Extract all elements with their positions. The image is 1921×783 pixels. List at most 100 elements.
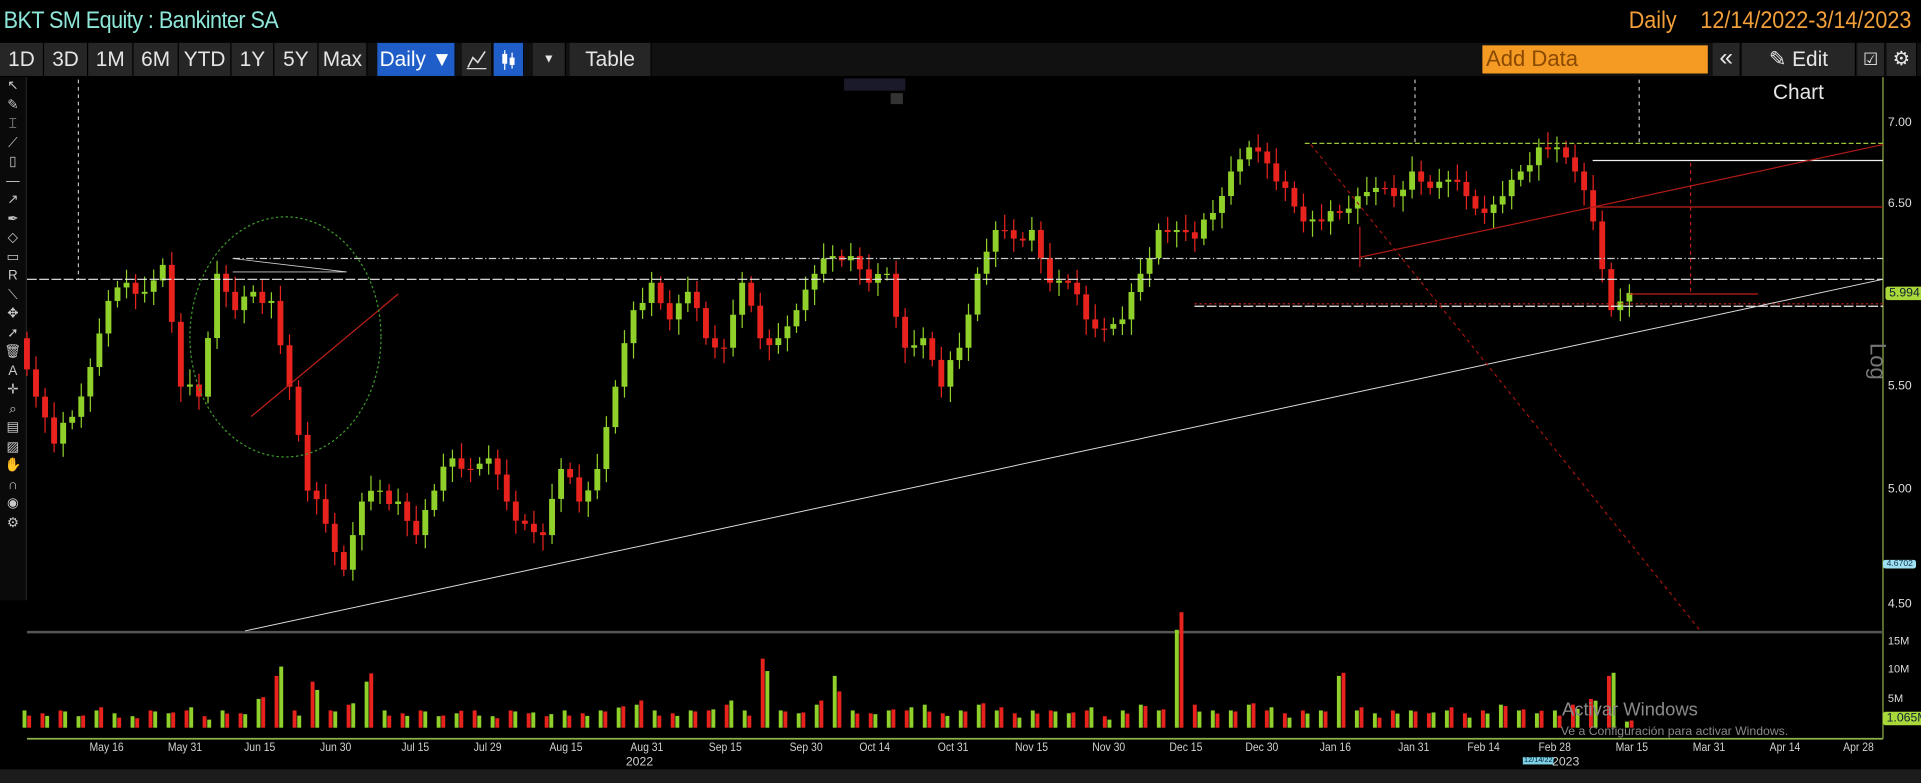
volume-bar bbox=[603, 711, 608, 728]
date-tick: Sep 30 bbox=[789, 741, 823, 755]
volume-bar bbox=[1395, 713, 1400, 728]
candle-body bbox=[1391, 188, 1397, 197]
candle-body bbox=[1001, 229, 1008, 232]
date-tick: Dec 30 bbox=[1245, 741, 1279, 755]
candle-body bbox=[322, 499, 329, 524]
volume-bar bbox=[621, 706, 626, 728]
volume-tick: 10M bbox=[1887, 662, 1910, 676]
candle-body bbox=[1083, 294, 1090, 320]
volume-bar bbox=[405, 715, 410, 728]
volume-bar bbox=[202, 716, 207, 728]
mini-controls[interactable] bbox=[844, 78, 906, 91]
candle-body bbox=[1237, 159, 1244, 172]
log-scale-toggle[interactable]: Log bbox=[1865, 343, 1891, 380]
volume-bar bbox=[675, 715, 680, 728]
candle-body bbox=[1010, 230, 1017, 239]
volume-bar bbox=[495, 718, 500, 728]
candle-body bbox=[739, 282, 746, 315]
volume-bar bbox=[27, 715, 32, 728]
candle-body bbox=[576, 477, 583, 502]
volume-bar bbox=[1102, 716, 1107, 728]
volume-bar bbox=[436, 716, 441, 728]
candle-body bbox=[540, 532, 546, 536]
date-tick: Oct 14 bbox=[859, 741, 891, 755]
volume-bar bbox=[292, 710, 297, 728]
candle-body bbox=[114, 287, 121, 301]
candle-body bbox=[205, 338, 211, 397]
candle-body bbox=[730, 314, 737, 348]
volume-bar bbox=[963, 711, 968, 728]
candle-body bbox=[413, 520, 420, 536]
candle-body bbox=[1599, 221, 1606, 270]
candle-body bbox=[1372, 187, 1379, 193]
volume-bar bbox=[99, 707, 104, 728]
date-tick: Jun 30 bbox=[320, 741, 352, 755]
volume-bar bbox=[1269, 707, 1274, 728]
candle-body bbox=[123, 282, 130, 288]
volume-bar bbox=[567, 715, 572, 728]
price-tick: 4.50 bbox=[1887, 598, 1912, 612]
candle-body bbox=[1517, 171, 1524, 180]
candle-body bbox=[929, 338, 936, 360]
candle-body bbox=[558, 469, 565, 499]
volume-bar bbox=[1048, 710, 1053, 728]
candle-body bbox=[1409, 171, 1416, 190]
candle-body bbox=[530, 523, 537, 533]
price-chart[interactable] bbox=[0, 0, 1921, 783]
candle-body bbox=[684, 291, 691, 304]
candle-body bbox=[1264, 151, 1271, 164]
volume-bar bbox=[81, 715, 86, 728]
date-tick: Jan 16 bbox=[1319, 741, 1351, 755]
date-tick: Oct 31 bbox=[937, 741, 969, 755]
candle-body bbox=[1572, 157, 1579, 172]
candle-body bbox=[440, 466, 447, 491]
candle-body bbox=[177, 321, 184, 387]
candle-body bbox=[657, 282, 664, 304]
candle-body bbox=[168, 264, 175, 322]
volume-bar bbox=[850, 710, 855, 728]
candle-body bbox=[250, 291, 257, 297]
volume-bar bbox=[562, 710, 567, 728]
candle-body bbox=[793, 310, 800, 327]
volume-bar bbox=[1107, 719, 1112, 728]
volume-bar bbox=[616, 707, 621, 728]
candle-body bbox=[1418, 171, 1425, 182]
date-tick: Jul 29 bbox=[473, 741, 502, 755]
candle-body bbox=[956, 347, 963, 361]
candle-body bbox=[865, 269, 872, 283]
volume-bar bbox=[1323, 711, 1328, 728]
bloomberg-chart-window: BKT SM Equity : Bankinter SA Daily 12/14/… bbox=[0, 0, 1921, 783]
candle-body bbox=[549, 498, 555, 536]
volume-bar bbox=[729, 700, 734, 728]
date-tick: Jul 15 bbox=[401, 741, 430, 755]
last-price-badge: 5.994 bbox=[1885, 286, 1921, 301]
volume-bar bbox=[400, 713, 405, 728]
volume-bar bbox=[22, 710, 27, 728]
volume-bar bbox=[1521, 709, 1526, 728]
volume-bar bbox=[63, 711, 68, 728]
volume-bar bbox=[747, 715, 752, 728]
candle-body bbox=[639, 302, 646, 311]
candle-body bbox=[1535, 147, 1542, 166]
candle-body bbox=[703, 308, 709, 339]
candle-body bbox=[87, 367, 94, 397]
candle-body bbox=[1300, 206, 1307, 222]
candle-body bbox=[476, 463, 483, 470]
volume-bar bbox=[778, 710, 783, 728]
date-tick: Jan 31 bbox=[1398, 741, 1430, 755]
volume-bar bbox=[1053, 711, 1058, 728]
volume-bar bbox=[153, 711, 158, 728]
date-tick: Nov 15 bbox=[1015, 741, 1049, 755]
candle-body bbox=[1101, 328, 1108, 330]
volume-bar bbox=[652, 710, 657, 728]
volume-bar bbox=[94, 710, 99, 728]
candle-body bbox=[42, 396, 48, 418]
volume-bar bbox=[459, 710, 464, 728]
volume-bar bbox=[1084, 710, 1089, 728]
volume-bar bbox=[256, 698, 261, 728]
candle-body bbox=[947, 360, 954, 387]
year-label-2022: 2022 bbox=[625, 755, 654, 770]
volume-tick: 15M bbox=[1887, 633, 1910, 647]
close-icon[interactable] bbox=[890, 93, 903, 105]
candle-body bbox=[1110, 324, 1117, 329]
